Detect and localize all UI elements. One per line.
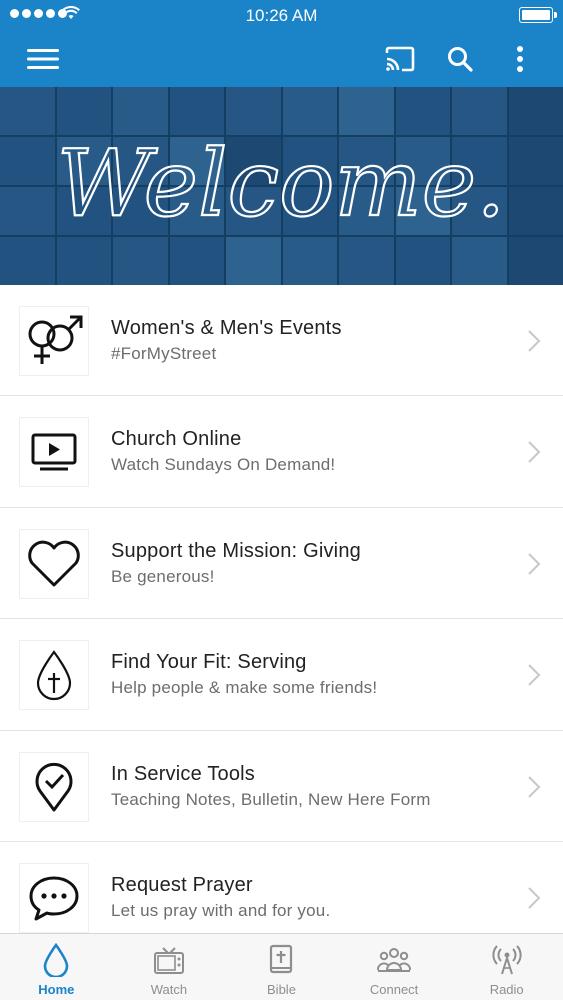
- heart-icon: [28, 540, 80, 587]
- bottom-tab-bar: Home Watch Bible Connect Radio: [0, 933, 563, 1000]
- tab-watch[interactable]: Watch: [113, 934, 226, 1000]
- list-item-service-tools[interactable]: In Service Tools Teaching Notes, Bulleti…: [0, 730, 563, 842]
- chevron-right-icon: [528, 441, 541, 464]
- more-vertical-icon: [517, 45, 523, 72]
- cast-button[interactable]: [375, 30, 425, 87]
- list-item-title: Support the Mission: Giving: [111, 539, 361, 562]
- list-item-giving[interactable]: Support the Mission: Giving Be generous!: [0, 507, 563, 620]
- hamburger-menu-icon: [27, 48, 59, 69]
- tab-label: Radio: [489, 982, 524, 997]
- list-item-subtitle: Let us pray with and for you.: [111, 900, 331, 920]
- top-app-bar: [0, 30, 563, 87]
- tv-play-icon: [31, 433, 77, 471]
- location-check-icon: [35, 762, 73, 812]
- home-menu-list: Women's & Men's Events #ForMyStreet Chur…: [0, 285, 563, 954]
- welcome-script: Welcome.: [56, 129, 507, 238]
- list-item-serving[interactable]: Find Your Fit: Serving Help people & mak…: [0, 619, 563, 731]
- drop-icon: [43, 943, 69, 977]
- chat-bubble-icon: [29, 876, 79, 921]
- tab-label: Home: [38, 982, 75, 997]
- list-item-subtitle: Watch Sundays On Demand!: [111, 455, 336, 475]
- radio-tower-icon: [492, 945, 522, 975]
- gender-symbols-icon: [28, 315, 83, 364]
- list-item-title: Women's & Men's Events: [111, 317, 342, 339]
- chevron-right-icon: [528, 330, 541, 352]
- status-time: 10:26 AM: [245, 6, 318, 25]
- cast-icon: [385, 46, 415, 71]
- more-options-button[interactable]: [495, 30, 545, 87]
- chevron-right-icon: [528, 664, 541, 686]
- tab-bible[interactable]: Bible: [225, 934, 338, 1000]
- list-item-icon: [20, 863, 88, 932]
- tab-label: Watch: [150, 982, 188, 997]
- chevron-right-icon: [528, 775, 541, 798]
- battery-icon: [519, 7, 557, 23]
- list-item-church-online[interactable]: Church Online Watch Sundays On Demand!: [0, 396, 563, 508]
- drop-cross-icon: [36, 650, 72, 701]
- list-item-icon: [20, 418, 88, 487]
- list-item-events[interactable]: Women's & Men's Events #ForMyStreet: [0, 285, 563, 397]
- tab-label: Bible: [267, 982, 296, 997]
- list-item-title: Request Prayer: [111, 873, 253, 896]
- chevron-right-icon: [528, 887, 541, 909]
- tab-connect[interactable]: Connect: [338, 934, 451, 1000]
- list-item-icon: [20, 529, 88, 598]
- welcome-text: Welcome.: [57, 130, 506, 237]
- list-item-icon: [20, 752, 88, 821]
- people-icon: [377, 948, 412, 972]
- search-icon: [448, 46, 473, 72]
- list-item-icon: [20, 307, 88, 375]
- tab-home[interactable]: Home: [0, 934, 113, 1000]
- list-item-subtitle: Teaching Notes, Bulletin, New Here Form: [111, 789, 431, 809]
- tab-label: Connect: [369, 982, 419, 997]
- search-button[interactable]: [435, 30, 485, 87]
- tv-icon: [153, 947, 184, 974]
- list-item-title: Find Your Fit: Serving: [111, 651, 307, 674]
- list-item-title: In Service Tools: [111, 762, 256, 785]
- bible-icon: [270, 944, 293, 974]
- chevron-right-icon: [528, 553, 541, 575]
- list-item-subtitle: #ForMyStreet: [111, 344, 217, 363]
- list-item-subtitle: Be generous!: [111, 566, 215, 586]
- list-item-title: Church Online: [111, 428, 242, 451]
- welcome-banner: Welcome.: [0, 87, 563, 285]
- menu-button[interactable]: [18, 30, 68, 87]
- list-item-icon: [20, 641, 88, 710]
- list-item-subtitle: Help people & make some friends!: [111, 678, 378, 698]
- status-bar: 10:26 AM: [0, 0, 563, 30]
- tab-radio[interactable]: Radio: [450, 934, 563, 1000]
